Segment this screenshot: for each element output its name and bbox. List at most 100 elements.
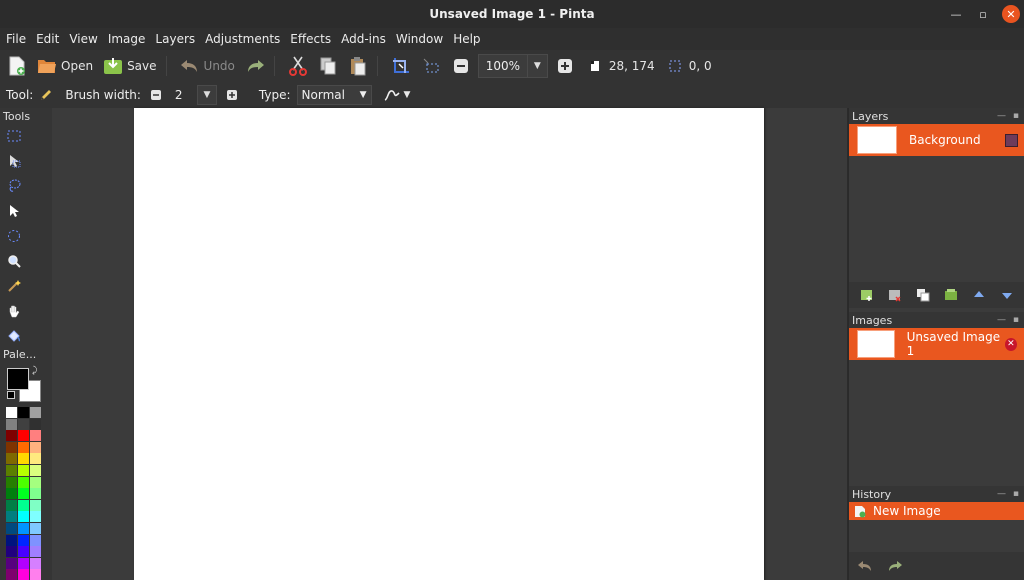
menu-window[interactable]: Window	[396, 32, 443, 46]
palette-swatch[interactable]	[30, 569, 41, 580]
palette-swatch[interactable]	[6, 569, 17, 580]
palette-swatch[interactable]	[6, 488, 17, 500]
paint-bucket-tool[interactable]	[6, 328, 22, 344]
panel-controls-icon[interactable]: — ▪	[997, 111, 1021, 121]
palette-swatch[interactable]	[30, 511, 41, 523]
palette-swatch[interactable]	[18, 476, 29, 488]
zoom-tool[interactable]	[6, 253, 22, 269]
zoom-out-button[interactable]	[448, 53, 474, 79]
menu-add-ins[interactable]: Add-ins	[341, 32, 386, 46]
close-image-icon[interactable]: ✕	[1004, 337, 1017, 351]
palette-swatch[interactable]	[18, 407, 29, 418]
palette-swatch[interactable]	[18, 569, 29, 580]
duplicate-layer-icon[interactable]	[915, 287, 931, 303]
palette-swatch[interactable]	[30, 534, 41, 546]
history-undo-icon[interactable]	[857, 560, 873, 572]
palette-swatch[interactable]	[18, 465, 29, 476]
zoom-dropdown-button[interactable]: ▼	[527, 54, 548, 78]
palette-swatch[interactable]	[6, 557, 17, 569]
paste-button[interactable]	[345, 53, 371, 79]
layer-row[interactable]: Background	[849, 124, 1024, 156]
cut-button[interactable]	[285, 53, 311, 79]
image-canvas[interactable]	[134, 108, 764, 580]
palette-swatch[interactable]	[6, 499, 17, 511]
add-layer-icon[interactable]	[859, 287, 875, 303]
palette-swatch[interactable]	[18, 557, 29, 569]
menu-help[interactable]: Help	[453, 32, 480, 46]
menu-edit[interactable]: Edit	[36, 32, 59, 46]
deselect-button[interactable]	[418, 53, 444, 79]
crop-to-selection-button[interactable]	[388, 53, 414, 79]
maximize-button[interactable]: ▫	[974, 5, 992, 23]
palette-swatch[interactable]	[30, 453, 41, 465]
palette-swatch[interactable]	[6, 511, 17, 523]
palette-swatch[interactable]	[30, 407, 41, 418]
palette-swatch[interactable]	[18, 534, 29, 546]
palette-swatch[interactable]	[6, 546, 17, 558]
palette-swatch[interactable]	[30, 465, 41, 476]
undo-button[interactable]: Undo	[177, 53, 238, 79]
palette-swatch[interactable]	[30, 546, 41, 558]
history-item[interactable]: New Image	[849, 502, 1024, 520]
ellipse-select-tool[interactable]	[6, 228, 22, 244]
move-selected-tool[interactable]	[6, 153, 22, 169]
rectangle-select-tool[interactable]	[6, 128, 22, 144]
menu-effects[interactable]: Effects	[290, 32, 331, 46]
palette-swatch[interactable]	[30, 488, 41, 500]
pan-tool[interactable]	[6, 303, 22, 319]
reset-colors-icon[interactable]	[7, 391, 15, 399]
palette-swatch[interactable]	[6, 453, 17, 465]
panel-controls-icon[interactable]: — ▪	[997, 315, 1021, 325]
palette-swatch[interactable]	[6, 418, 17, 430]
move-layer-up-icon[interactable]	[971, 287, 987, 303]
lasso-select-tool[interactable]	[6, 178, 22, 194]
palette-swatch[interactable]	[6, 441, 17, 453]
palette-swatch[interactable]	[6, 407, 17, 418]
move-selection-tool[interactable]	[6, 203, 22, 219]
palette-swatch[interactable]	[30, 523, 41, 534]
menu-layers[interactable]: Layers	[155, 32, 195, 46]
layer-visibility-checkbox[interactable]	[1005, 133, 1018, 147]
palette-swatch[interactable]	[18, 546, 29, 558]
palette-swatch[interactable]	[6, 430, 17, 442]
brush-width-increase-button[interactable]	[225, 88, 239, 102]
palette-swatch[interactable]	[30, 476, 41, 488]
redo-button[interactable]	[242, 53, 268, 79]
palette-swatch[interactable]	[18, 453, 29, 465]
delete-layer-icon[interactable]	[887, 287, 903, 303]
type-select[interactable]: Normal ▼	[296, 85, 372, 105]
zoom-in-button[interactable]	[552, 53, 578, 79]
brush-width-dropdown[interactable]: ▼	[196, 85, 217, 105]
palette-swatch[interactable]	[18, 488, 29, 500]
canvas-area[interactable]	[52, 108, 847, 580]
palette-swatch[interactable]	[18, 418, 29, 430]
palette-swatch[interactable]	[18, 441, 29, 453]
zoom-input[interactable]: 100%	[477, 54, 528, 78]
panel-controls-icon[interactable]: — ▪	[997, 489, 1021, 499]
menu-image[interactable]: Image	[108, 32, 146, 46]
menu-adjustments[interactable]: Adjustments	[205, 32, 280, 46]
brush-width-decrease-button[interactable]	[149, 88, 163, 102]
palette-swatch[interactable]	[18, 523, 29, 534]
palette-swatch[interactable]	[30, 430, 41, 442]
palette-swatch[interactable]	[18, 430, 29, 442]
brush-width-input[interactable]: 2	[171, 85, 197, 105]
menu-view[interactable]: View	[69, 32, 97, 46]
move-layer-down-icon[interactable]	[999, 287, 1015, 303]
close-button[interactable]: ✕	[1002, 5, 1020, 23]
primary-color-swatch[interactable]	[7, 368, 29, 390]
palette-swatch[interactable]	[18, 511, 29, 523]
palette-swatch[interactable]	[30, 418, 41, 430]
palette-swatch[interactable]	[6, 465, 17, 476]
image-row[interactable]: Unsaved Image 1 ✕	[849, 328, 1024, 360]
magic-wand-tool[interactable]	[6, 278, 22, 294]
minimize-button[interactable]: —	[947, 5, 965, 23]
merge-layer-icon[interactable]	[943, 287, 959, 303]
palette-swatch[interactable]	[6, 534, 17, 546]
save-button[interactable]: Save	[100, 53, 159, 79]
palette-swatch[interactable]	[6, 523, 17, 534]
palette-swatch[interactable]	[18, 499, 29, 511]
palette-swatch[interactable]	[30, 499, 41, 511]
copy-button[interactable]	[315, 53, 341, 79]
antialiasing-button[interactable]: ▼	[384, 88, 410, 102]
